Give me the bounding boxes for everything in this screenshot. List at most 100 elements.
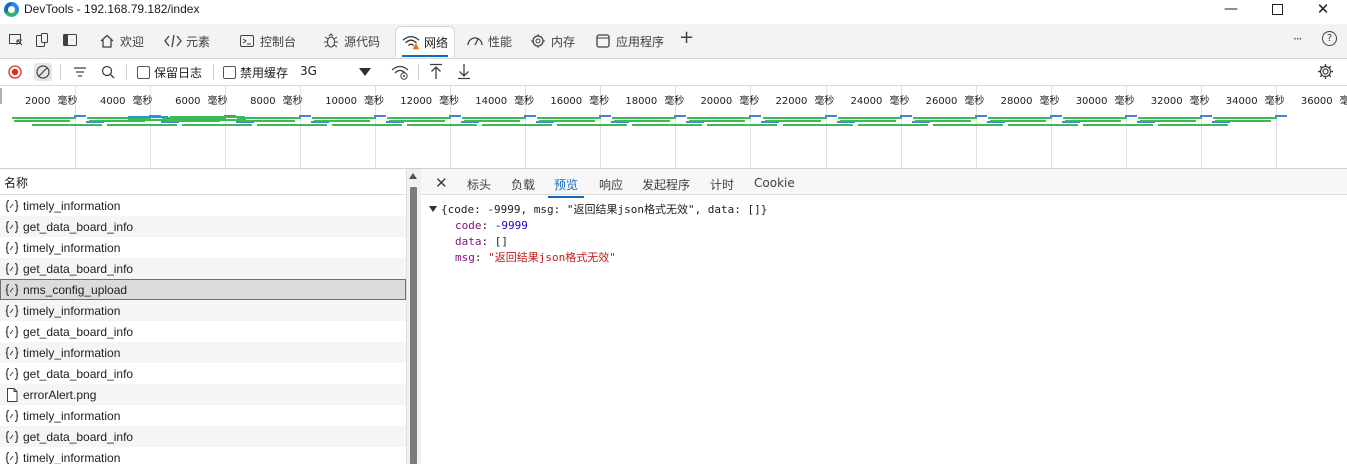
record-button[interactable] (7, 64, 23, 80)
dock-side-icon[interactable] (62, 32, 78, 48)
overview-activity-bar (914, 120, 971, 122)
tab-sources[interactable]: 源代码 (322, 26, 380, 56)
overview-activity-bar (482, 124, 553, 126)
overview-activity-bar (12, 117, 76, 119)
chevron-down-icon[interactable] (359, 68, 371, 76)
request-row[interactable]: get_data_board_info (0, 258, 406, 279)
request-row[interactable]: nms_config_upload (0, 279, 406, 300)
request-row[interactable]: timely_information (0, 195, 406, 216)
overview-tick-label: 26000 毫秒 (926, 92, 985, 107)
divider (213, 64, 214, 80)
json-colon: : (481, 219, 495, 232)
overview-activity-bar (374, 115, 387, 117)
minimize-button[interactable]: — (1208, 0, 1254, 20)
json-key: data (455, 235, 482, 248)
overview-activity-bar (1007, 124, 1078, 126)
tab-label: 网络 (424, 35, 449, 50)
import-har-icon[interactable] (429, 63, 443, 80)
request-row[interactable]: timely_information (0, 300, 406, 321)
tab-headers[interactable]: 标头 (467, 176, 491, 193)
tab-timing[interactable]: 计时 (710, 176, 734, 193)
tab-response[interactable]: 响应 (599, 176, 623, 193)
request-row[interactable]: timely_information (0, 237, 406, 258)
tab-label: 应用程序 (616, 34, 665, 49)
preserve-log-checkbox[interactable]: 保留日志 (137, 64, 202, 81)
filter-icon[interactable] (72, 64, 88, 80)
close-detail-button[interactable]: ✕ (435, 174, 448, 192)
json-property[interactable]: msg: "返回结果json格式无效" (429, 250, 767, 266)
tick-unit: 毫秒 (514, 96, 535, 107)
expand-triangle-icon[interactable] (429, 206, 437, 212)
tab-memory[interactable]: 内存 (529, 26, 575, 56)
overview-activity-bar (389, 120, 446, 122)
json-property[interactable]: code: -9999 (429, 218, 767, 234)
tab-initiator[interactable]: 发起程序 (642, 176, 690, 193)
memory-icon (529, 32, 547, 50)
inspect-element-icon[interactable] (8, 32, 24, 48)
request-row[interactable]: get_data_board_info (0, 363, 406, 384)
name-column-label: 名称 (4, 176, 29, 190)
request-row[interactable]: get_data_board_info (0, 321, 406, 342)
tab-console[interactable]: 控制台 (238, 26, 296, 56)
request-row[interactable]: get_data_board_info (0, 216, 406, 237)
overview-drag-handle[interactable] (0, 88, 2, 104)
overview-activity-bar (1082, 124, 1153, 126)
network-overview-timeline[interactable]: 2000 毫秒 4000 毫秒 6000 毫秒 8000 毫秒 10000 毫秒 12000 毫秒 14… (0, 86, 1347, 169)
add-tab-button[interactable]: + (679, 27, 694, 48)
tick-value: 28000 (1000, 96, 1033, 107)
document-file-icon (5, 387, 19, 402)
request-row[interactable]: timely_information (0, 405, 406, 426)
overview-activity-bar (299, 115, 312, 117)
request-name: get_data_board_info (23, 219, 134, 234)
settings-gear-icon[interactable] (1317, 63, 1334, 80)
detail-tabbar: ✕ 标头 负载 预览 响应 发起程序 计时 Cookie (421, 169, 1347, 198)
search-icon[interactable] (100, 64, 116, 80)
tab-network[interactable]: 网络 (395, 26, 456, 57)
xhr-braces-icon (5, 304, 19, 318)
scrollbar-thumb[interactable] (410, 187, 417, 464)
disable-cache-checkbox[interactable]: 禁用缓存 (223, 64, 288, 81)
json-value: [] (494, 235, 508, 248)
json-property[interactable]: data: [] (429, 234, 767, 250)
tick-unit: 毫秒 (1264, 96, 1285, 107)
tab-preview[interactable]: 预览 (547, 176, 585, 198)
close-button[interactable]: ✕ (1300, 0, 1346, 20)
maximize-button[interactable] (1254, 0, 1300, 20)
request-list-scrollbar[interactable] (406, 169, 422, 464)
throttling-select[interactable]: 3G (300, 64, 317, 78)
request-row[interactable]: timely_information (0, 342, 406, 363)
checkbox-box (137, 66, 150, 79)
tab-performance[interactable]: 性能 (466, 26, 512, 56)
xhr-braces-icon (5, 430, 19, 444)
tab-welcome[interactable]: 欢迎 (98, 26, 144, 56)
request-row[interactable]: timely_information (0, 447, 406, 464)
name-column-header[interactable]: 名称 (0, 169, 406, 195)
json-summary[interactable]: {code: -9999, msg: "返回结果json格式无效", data:… (441, 203, 767, 216)
request-row[interactable]: get_data_board_info (0, 426, 406, 447)
xhr-braces-icon (5, 451, 19, 464)
tab-elements[interactable]: 元素 (164, 26, 210, 56)
help-button[interactable]: ? (1322, 31, 1337, 46)
overview-activity-bar (857, 124, 928, 126)
request-name: get_data_board_info (23, 429, 134, 444)
request-row[interactable]: errorAlert.png (0, 384, 406, 405)
overview-activity-bar (1139, 120, 1196, 122)
json-colon: : (474, 251, 489, 264)
tab-application[interactable]: 应用程序 (594, 26, 664, 56)
overview-activity-bar (239, 120, 296, 122)
network-conditions-icon[interactable] (391, 64, 409, 80)
scroll-up-arrow[interactable] (409, 173, 417, 179)
json-key: code (455, 219, 482, 232)
tab-cookie[interactable]: Cookie (754, 176, 795, 190)
export-har-icon[interactable] (457, 63, 471, 80)
more-options-button[interactable]: ··· (1293, 32, 1303, 46)
clear-button[interactable] (34, 63, 52, 81)
tab-payload[interactable]: 负载 (511, 176, 535, 193)
devtools-tabstrip: 欢迎 元素 控制台 源代码 网络 性能 内存 应用程序 + ··· ? (0, 24, 1347, 59)
device-emulation-icon[interactable] (34, 32, 50, 48)
tick-unit: 毫秒 (889, 96, 910, 107)
tick-unit: 毫秒 (207, 96, 228, 107)
request-name: timely_information (23, 450, 121, 464)
tab-label: 源代码 (344, 34, 381, 49)
tick-unit: 毫秒 (364, 96, 384, 107)
